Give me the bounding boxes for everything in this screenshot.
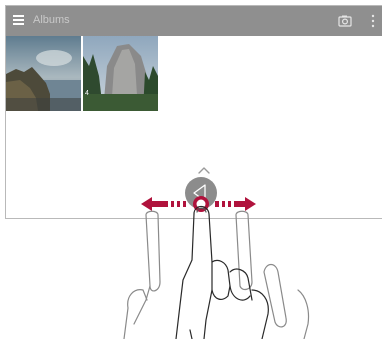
gesture-illustration [123,177,310,339]
swipe-left-arrow [141,197,186,211]
hand-illustration [123,205,310,339]
swipe-right-arrow [215,197,256,211]
